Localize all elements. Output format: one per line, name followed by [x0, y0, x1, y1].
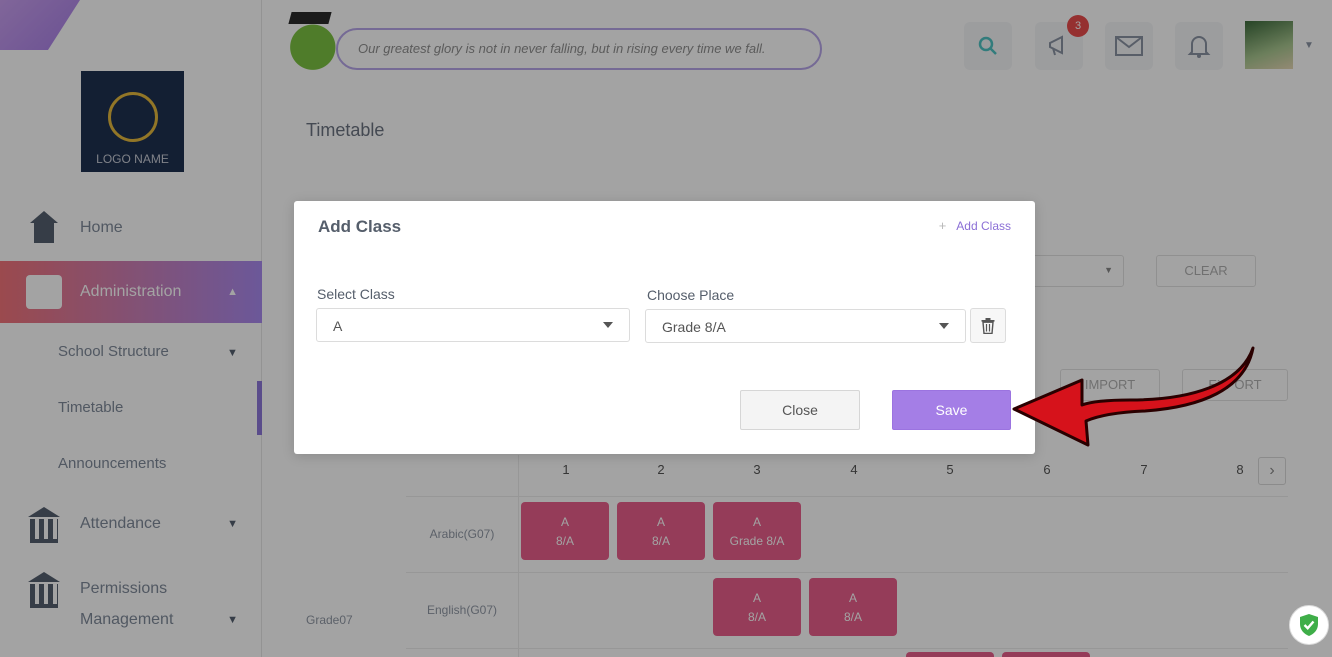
select-class-dropdown[interactable]: A — [316, 308, 630, 342]
choose-place-dropdown[interactable]: Grade 8/A — [645, 309, 966, 343]
select-class-label: Select Class — [317, 286, 395, 302]
save-button[interactable]: Save — [892, 390, 1011, 430]
shield-check-icon — [1300, 614, 1318, 636]
add-class-modal: Add Class + Add Class Select Class A Cho… — [294, 201, 1035, 454]
delete-button[interactable] — [970, 308, 1006, 343]
security-badge[interactable] — [1289, 605, 1329, 645]
select-class-value: A — [333, 318, 343, 334]
modal-title: Add Class — [318, 217, 402, 236]
annotation-arrow — [1012, 346, 1255, 447]
close-button[interactable]: Close — [740, 390, 860, 430]
add-class-link-label: Add Class — [956, 218, 1011, 233]
plus-icon: + — [938, 218, 947, 233]
trash-icon — [981, 317, 995, 334]
choose-place-label: Choose Place — [647, 287, 735, 303]
caret-down-icon — [939, 323, 949, 329]
choose-place-value: Grade 8/A — [662, 319, 726, 335]
caret-down-icon — [603, 322, 613, 328]
add-class-link[interactable]: + Add Class — [939, 218, 1011, 233]
